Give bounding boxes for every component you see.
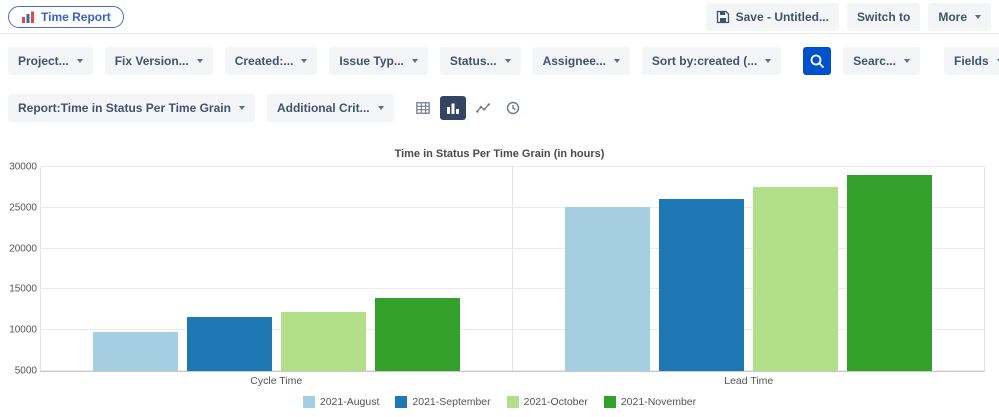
bar-group-cycle-time	[41, 167, 512, 371]
legend-label: 2021-November	[620, 396, 697, 408]
assignee-filter-dropdown[interactable]: Assignee...	[532, 47, 630, 75]
created-filter-dropdown[interactable]: Created:...	[224, 47, 318, 75]
top-bar: Time Report Save - Untitled... Switch to…	[0, 0, 999, 34]
status-filter-dropdown[interactable]: Status...	[439, 47, 521, 75]
more-label: More	[938, 9, 967, 24]
issue-type-filter-label: Issue Typ...	[339, 54, 404, 68]
fields-label: Fields	[953, 54, 989, 68]
bar-chart-view-button[interactable]	[439, 96, 466, 120]
y-axis-tick-label: 5000	[14, 365, 37, 377]
chevron-down-icon	[301, 59, 308, 63]
issue-type-filter-dropdown[interactable]: Issue Typ...	[329, 47, 428, 75]
time-report-logo-icon	[22, 11, 34, 23]
legend-swatch	[506, 396, 519, 408]
fix-version-filter-dropdown[interactable]: Fix Version...	[104, 47, 213, 75]
bar-group-lead-time	[512, 167, 984, 371]
time-report-label: Time Report	[41, 9, 111, 24]
status-filter-label: Status...	[449, 54, 497, 68]
switch-to-label: Switch to	[856, 9, 911, 24]
legend-item-2021-november[interactable]: 2021-November	[603, 396, 697, 408]
chevron-down-icon	[504, 59, 511, 63]
legend-swatch	[603, 396, 616, 408]
plot-area: 5000 10000 15000 20000 25000 30000	[9, 162, 985, 377]
save-button-label: Save - Untitled...	[735, 9, 829, 24]
time-report-badge[interactable]: Time Report	[8, 5, 124, 28]
additional-criteria-label: Additional Crit...	[276, 101, 370, 115]
search-icon	[810, 54, 825, 68]
bar-2021-september-lead-time[interactable]	[659, 198, 744, 371]
bar-2021-october-cycle-time[interactable]	[281, 312, 366, 371]
chart: Time in Status Per Time Grain (in hours)…	[0, 148, 999, 408]
search-filter-dropdown[interactable]: Searc...	[843, 47, 920, 75]
assignee-filter-label: Assignee...	[542, 54, 606, 68]
legend-label: 2021-September	[412, 396, 491, 408]
bar-2021-september-cycle-time[interactable]	[187, 317, 272, 371]
legend-swatch	[395, 396, 408, 408]
chevron-down-icon	[377, 106, 384, 110]
save-icon	[716, 10, 729, 23]
chevron-down-icon	[411, 59, 418, 63]
legend-label: 2021-August	[319, 396, 380, 408]
chart-title: Time in Status Per Time Grain (in hours)	[394, 148, 605, 160]
y-axis-tick-label: 30000	[9, 161, 37, 173]
chevron-down-icon	[76, 59, 83, 63]
created-filter-label: Created:...	[234, 54, 294, 68]
chevron-down-icon	[975, 14, 981, 19]
filter-bar: Project... Fix Version... Created:... Is…	[0, 34, 999, 79]
y-axis-tick-label: 10000	[9, 324, 37, 336]
line-chart-view-icon	[475, 103, 490, 113]
legend-item-2021-september[interactable]: 2021-September	[395, 396, 491, 408]
view-switcher	[410, 96, 526, 120]
y-axis-tick-label: 15000	[9, 283, 37, 295]
report-dropdown-label: Report:Time in Status Per Time Grain	[18, 101, 231, 115]
chevron-down-icon	[903, 59, 910, 63]
search-button[interactable]	[803, 47, 832, 75]
bar-2021-august-lead-time[interactable]	[565, 206, 650, 371]
clock-view-button[interactable]	[500, 96, 526, 120]
additional-criteria-dropdown[interactable]: Additional Crit...	[266, 94, 394, 122]
clock-view-icon	[506, 101, 519, 115]
chevron-down-icon	[613, 59, 620, 63]
x-axis-labels: Cycle Time Lead Time	[40, 375, 985, 387]
fix-version-filter-label: Fix Version...	[114, 54, 189, 68]
bar-chart-view-icon	[446, 103, 459, 114]
y-axis-tick-label: 20000	[9, 243, 37, 255]
bar-2021-august-cycle-time[interactable]	[93, 331, 178, 371]
y-axis-tick-label: 25000	[9, 202, 37, 214]
line-chart-view-button[interactable]	[470, 96, 496, 120]
chart-legend: 2021-August 2021-September 2021-October 202…	[0, 396, 999, 408]
table-view-button[interactable]	[410, 96, 436, 120]
topbar-actions: Save - Untitled... Switch to More	[705, 2, 991, 31]
bar-2021-november-lead-time[interactable]	[847, 175, 932, 371]
save-button[interactable]: Save - Untitled...	[705, 2, 839, 31]
fields-dropdown[interactable]: Fields	[943, 47, 999, 75]
chevron-down-icon	[196, 59, 203, 63]
report-bar: Report:Time in Status Per Time Grain Add…	[0, 79, 999, 122]
chevron-down-icon	[765, 59, 772, 63]
legend-label: 2021-October	[523, 396, 588, 408]
sort-by-label: Sort by:created (...	[651, 54, 758, 68]
legend-item-2021-october[interactable]: 2021-October	[506, 396, 588, 408]
project-filter-label: Project...	[18, 54, 69, 68]
more-button[interactable]: More	[928, 2, 991, 31]
project-filter-dropdown[interactable]: Project...	[8, 47, 93, 75]
search-filter-label: Searc...	[853, 54, 896, 68]
chevron-down-icon	[238, 106, 245, 110]
sort-by-dropdown[interactable]: Sort by:created (...	[641, 47, 782, 75]
bar-2021-october-lead-time[interactable]	[753, 186, 838, 371]
x-axis-label: Cycle Time	[250, 375, 303, 387]
legend-swatch	[302, 396, 315, 408]
report-dropdown[interactable]: Report:Time in Status Per Time Grain	[8, 94, 255, 122]
bar-2021-november-cycle-time[interactable]	[375, 298, 460, 371]
switch-to-button[interactable]: Switch to	[846, 2, 921, 31]
x-axis-label: Lead Time	[724, 375, 774, 387]
table-view-icon	[415, 102, 430, 114]
legend-item-2021-august[interactable]: 2021-August	[302, 396, 380, 408]
